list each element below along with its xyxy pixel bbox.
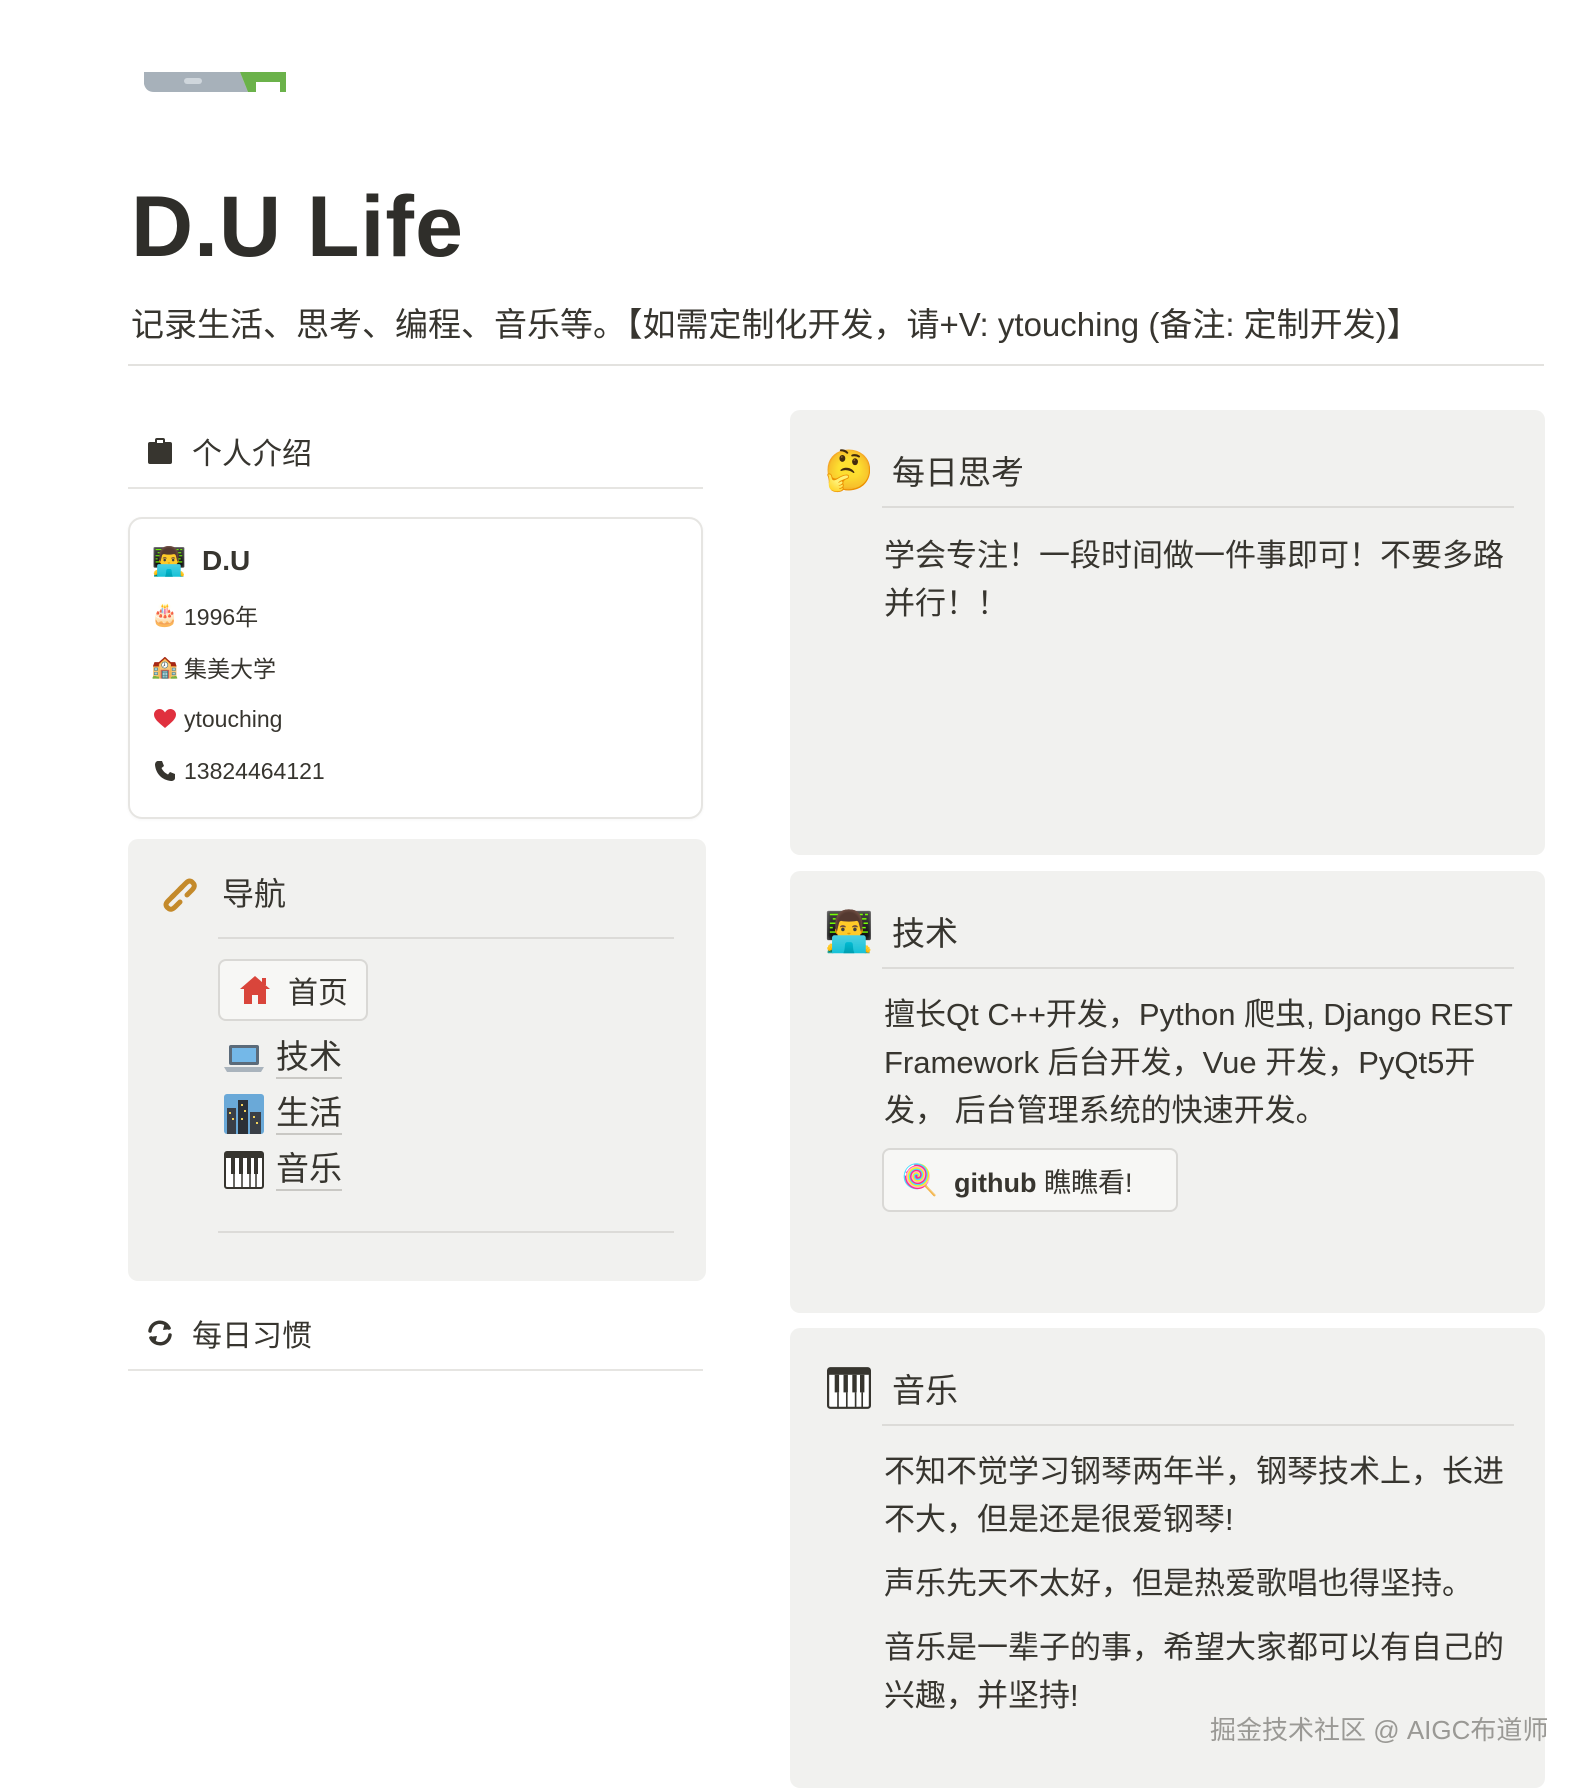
divider (218, 937, 674, 939)
school-icon: 🏫 (151, 654, 179, 679)
nav-home-button[interactable]: 首页 (218, 959, 368, 1021)
watermark: 掘金技术社区 @ AIGC布道师 (1210, 1715, 1549, 1745)
nav-heading: 导航 (156, 869, 286, 915)
nav-card: 导航 首页 技术 生活 音乐 (128, 839, 706, 1281)
thinking-card: 🤔 每日思考 学会专注！一段时间做一件事即可！不要多路并行！！ (790, 410, 1545, 855)
technologist-icon: 👨‍💻 (824, 909, 874, 954)
music-heading-label: 音乐 (892, 1372, 958, 1409)
cityscape-icon (224, 1093, 264, 1134)
profile-name: 👨‍💻 D.U (152, 541, 679, 581)
profile-wechat: ytouching (152, 703, 679, 735)
piano-icon (224, 1150, 264, 1190)
link-icon (156, 871, 198, 913)
house-icon (238, 975, 272, 1005)
heart-icon (152, 709, 178, 729)
nav-item-tech[interactable]: 技术 (224, 1037, 342, 1079)
technologist-icon: 👨‍💻 (151, 545, 187, 577)
divider (128, 364, 1544, 366)
profile-wechat-text: ytouching (184, 705, 283, 732)
tech-card: 👨‍💻 技术 擅长Qt C++开发，Python 爬虫, Django REST… (790, 871, 1545, 1313)
profile-school-text: 集美大学 (184, 656, 276, 682)
profile-birth-text: 1996年 (184, 604, 259, 630)
nav-heading-label: 导航 (222, 876, 287, 912)
music-paragraph: 声乐先天不太好，但是热爱歌唱也得坚持。 (884, 1566, 1473, 1602)
profile-phone-text: 13824464121 (184, 757, 325, 784)
nav-item-music-label: 音乐 (276, 1149, 342, 1191)
music-text: 不知不觉学习钢琴两年半，钢琴技术上，长进不大，但是还是很爱钢琴! 声乐先天不太好… (884, 1448, 1514, 1736)
tech-heading-label: 技术 (892, 915, 958, 952)
divider (882, 506, 1514, 508)
lollipop-icon: 🍭 (901, 1163, 939, 1197)
thinking-heading-label: 每日思考 (892, 454, 1024, 491)
nav-item-music[interactable]: 音乐 (224, 1149, 342, 1191)
profile-name-text: D.U (202, 545, 251, 576)
page-cover-icon[interactable] (144, 72, 286, 92)
github-label: github 瞧瞧看! (954, 1167, 1133, 1198)
page-title: D.U Life (131, 179, 464, 275)
nav-item-tech-label: 技术 (276, 1037, 342, 1079)
profile-school: 🏫 集美大学 (151, 651, 679, 683)
nav-item-life-label: 生活 (276, 1093, 342, 1135)
divider (882, 1424, 1514, 1426)
github-button[interactable]: 🍭 github 瞧瞧看! (882, 1148, 1178, 1212)
tech-text: 擅长Qt C++开发，Python 爬虫, Django REST Framew… (884, 997, 1513, 1129)
nav-item-life[interactable]: 生活 (224, 1093, 342, 1135)
intro-heading[interactable]: 个人介绍 (128, 415, 703, 489)
intro-heading-label: 个人介绍 (192, 438, 312, 471)
refresh-icon (144, 1317, 176, 1349)
music-paragraph: 音乐是一辈子的事，希望大家都可以有自己的兴趣，并坚持! (884, 1630, 1504, 1714)
divider (218, 1231, 674, 1233)
habit-heading-label: 每日习惯 (192, 1320, 312, 1353)
music-paragraph: 不知不觉学习钢琴两年半，钢琴技术上，长进不大，但是还是很爱钢琴! (884, 1454, 1504, 1538)
laptop-icon (224, 1038, 264, 1078)
music-heading: 音乐 (826, 1364, 958, 1412)
piano-icon (826, 1365, 872, 1411)
habit-heading[interactable]: 每日习惯 (128, 1297, 703, 1371)
phone-icon (152, 760, 178, 782)
thinking-heading: 🤔 每日思考 (824, 446, 1024, 494)
clipboard-icon (144, 435, 176, 467)
thinking-text: 学会专注！一段时间做一件事即可！不要多路并行！！ (884, 538, 1504, 622)
profile-card: 👨‍💻 D.U 🎂 1996年 🏫 集美大学 ytouching 1382446… (128, 517, 703, 819)
tech-heading: 👨‍💻 技术 (824, 907, 958, 955)
divider (882, 967, 1514, 969)
left-column: 个人介绍 👨‍💻 D.U 🎂 1996年 🏫 集美大学 ytouching 13… (128, 415, 708, 1371)
page-subtitle: 记录生活、思考、编程、音乐等。【如需定制化开发，请+V: ytouching (… (131, 306, 1420, 343)
profile-phone: 13824464121 (152, 755, 679, 787)
profile-birth: 🎂 1996年 (151, 599, 679, 631)
thinking-face-icon: 🤔 (824, 448, 874, 493)
nav-home-label: 首页 (288, 977, 348, 1010)
cake-icon: 🎂 (151, 602, 179, 627)
